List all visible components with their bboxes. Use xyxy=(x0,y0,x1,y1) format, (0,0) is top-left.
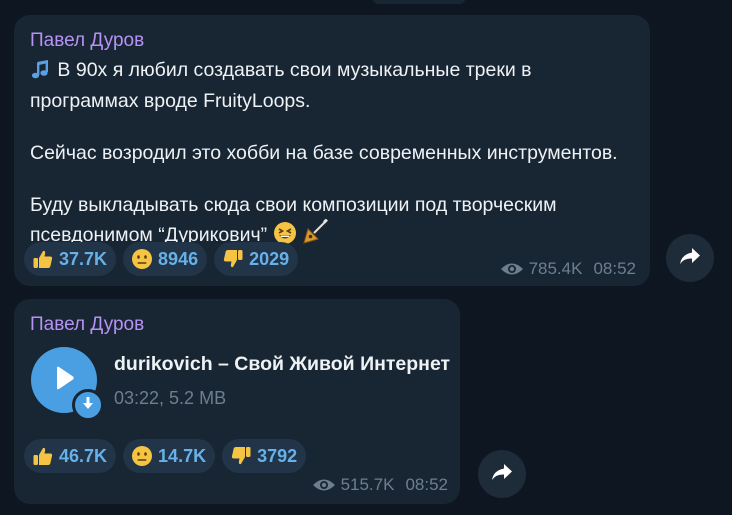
paragraph-1: В 90х я любил создавать свои музыкальные… xyxy=(30,59,532,112)
reaction-thumbs-down[interactable]: 3792 xyxy=(222,439,307,473)
reactions-bar: 37.7K 8946 2029 xyxy=(24,242,299,276)
message-time: 08:52 xyxy=(593,259,636,278)
message-bubble-audio-post: Павел Дуров durikovich – Свой Живой Инте… xyxy=(14,299,460,504)
thumbs-down-icon xyxy=(222,248,244,270)
views-eye-icon xyxy=(500,261,524,277)
audio-duration-size: 03:22, 5.2 MB xyxy=(114,388,227,408)
play-icon xyxy=(52,365,76,396)
message-bubble-text-post: Павел Дуров В 90х я любил создавать свои… xyxy=(14,15,650,286)
reaction-thumbs-up[interactable]: 37.7K xyxy=(24,242,117,276)
forward-arrow-icon xyxy=(679,247,701,270)
message-text: В 90х я любил создавать свои музыкальные… xyxy=(30,57,642,253)
thumbs-down-icon xyxy=(230,445,252,467)
views-eye-icon xyxy=(312,477,336,493)
reaction-count: 14.7K xyxy=(158,445,207,466)
reactions-bar: 46.7K 14.7K 3792 xyxy=(24,439,307,473)
paragraph-2: Сейчас возродил это хобби на базе соврем… xyxy=(30,142,618,164)
thumbs-up-icon xyxy=(32,445,54,467)
reaction-count: 8946 xyxy=(158,248,199,269)
musical-note-icon xyxy=(30,58,52,88)
sender-name[interactable]: Павел Дуров xyxy=(30,30,144,52)
thumbs-up-icon xyxy=(32,248,54,270)
previous-message-edge xyxy=(372,0,466,4)
neutral-face-icon xyxy=(131,445,153,467)
reaction-count: 46.7K xyxy=(59,445,108,466)
reaction-count: 37.7K xyxy=(59,248,108,269)
message-time: 08:52 xyxy=(405,475,448,494)
balalaika-icon xyxy=(302,218,328,253)
reaction-count: 2029 xyxy=(249,248,290,269)
reaction-neutral-face[interactable]: 14.7K xyxy=(123,439,216,473)
forward-arrow-icon xyxy=(491,463,513,486)
sender-name[interactable]: Павел Дуров xyxy=(30,314,144,336)
reaction-count: 3792 xyxy=(257,445,298,466)
neutral-face-icon xyxy=(131,248,153,270)
reaction-thumbs-up[interactable]: 46.7K xyxy=(24,439,117,473)
message-meta: 515.7K 08:52 xyxy=(312,475,448,495)
forward-button[interactable] xyxy=(478,450,526,498)
view-count: 785.4K xyxy=(528,259,583,278)
download-arrow-icon xyxy=(82,396,94,415)
audio-title: durikovich – Свой Живой Интернет xyxy=(114,353,451,375)
reaction-thumbs-down[interactable]: 2029 xyxy=(214,242,299,276)
view-count: 515.7K xyxy=(340,475,395,494)
download-button[interactable] xyxy=(72,389,104,421)
reaction-neutral-face[interactable]: 8946 xyxy=(123,242,208,276)
message-meta: 785.4K 08:52 xyxy=(500,259,636,279)
forward-button[interactable] xyxy=(666,234,714,282)
